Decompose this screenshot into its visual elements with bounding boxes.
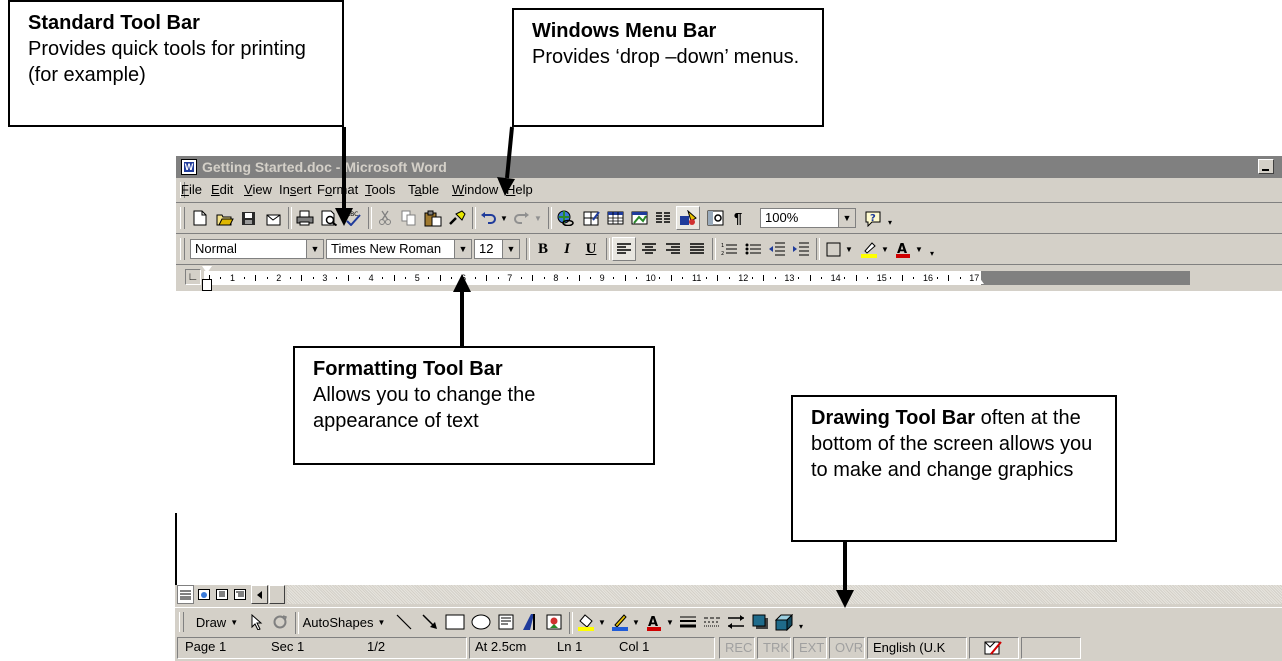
callout-arrows xyxy=(335,126,854,608)
